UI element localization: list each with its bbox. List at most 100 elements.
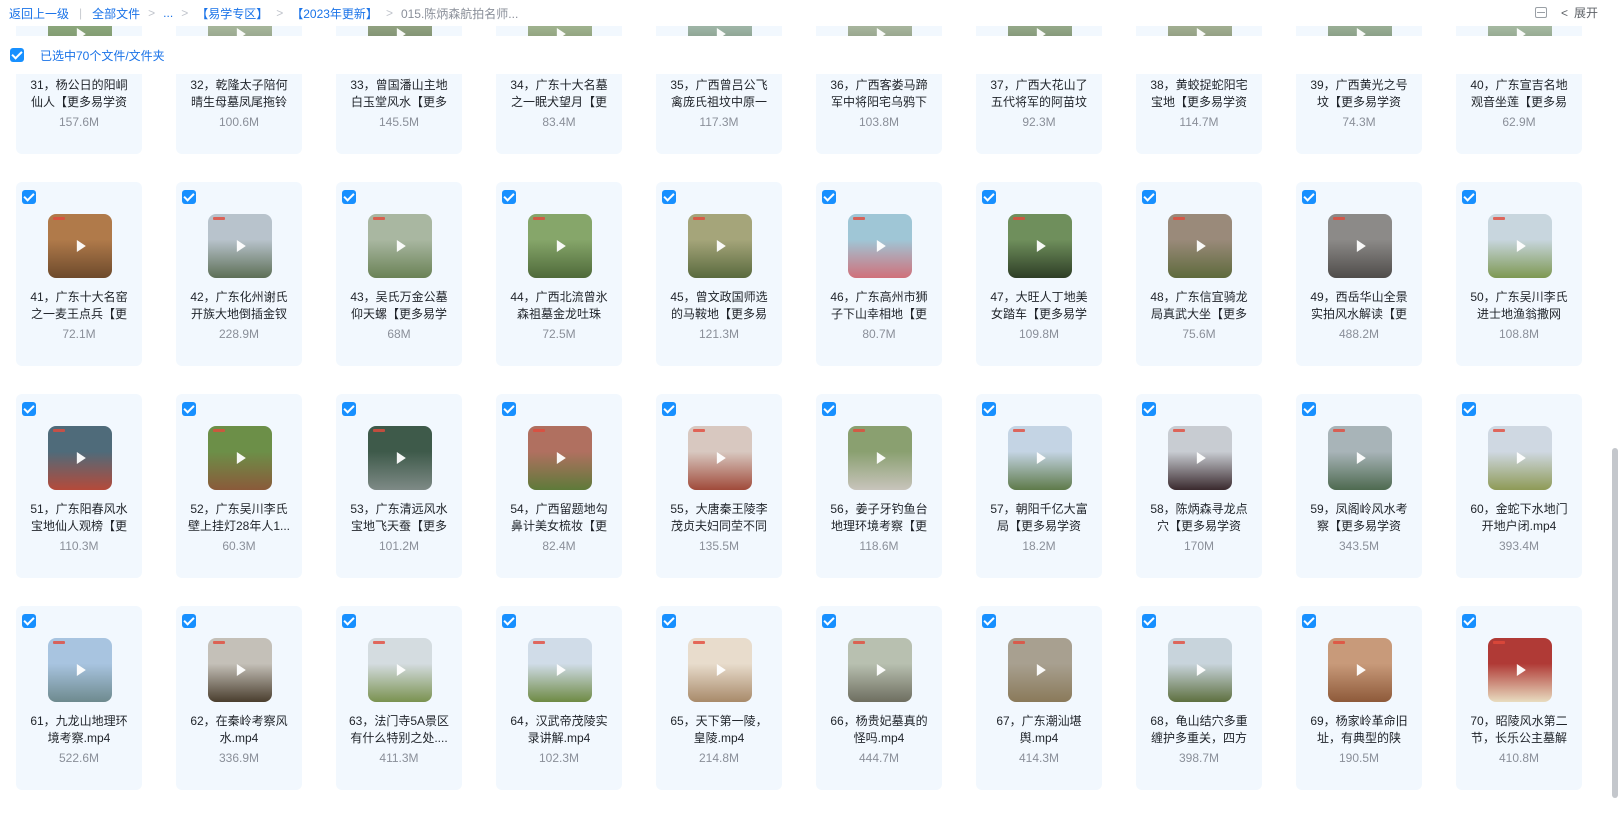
file-card[interactable]: 41，广东十大名窑之一麦王点兵【更 72.1M <box>16 182 142 366</box>
video-thumbnail[interactable] <box>368 638 432 702</box>
breadcrumb-all-files[interactable]: 全部文件 <box>92 5 140 22</box>
file-card[interactable]: 67，广东潮汕堪舆.mp4 414.3M <box>976 606 1102 790</box>
check-icon[interactable] <box>22 190 36 204</box>
check-icon[interactable] <box>182 402 196 416</box>
video-thumbnail[interactable] <box>688 638 752 702</box>
file-card[interactable]: 42，广东化州谢氏开族大地倒插金钗 228.9M <box>176 182 302 366</box>
video-thumbnail[interactable] <box>1488 426 1552 490</box>
breadcrumb-folder-2023[interactable]: 【2023年更新】 <box>291 5 378 22</box>
file-card[interactable]: 63，法门寺5A景区有什么特别之处.... 411.3M <box>336 606 462 790</box>
video-thumbnail[interactable] <box>208 638 272 702</box>
check-icon[interactable] <box>502 614 516 628</box>
file-card[interactable]: 43，吴氏万金公墓仰天螺【更多易学 68M <box>336 182 462 366</box>
video-thumbnail[interactable] <box>848 638 912 702</box>
file-card[interactable]: 68，龟山结穴多重缠护多重关，四方 398.7M <box>1136 606 1262 790</box>
file-card[interactable]: 51，广东阳春风水宝地仙人观榜【更 110.3M <box>16 394 142 578</box>
file-card[interactable]: 47，大旺人丁地美女踏车【更多易学 109.8M <box>976 182 1102 366</box>
expand-button[interactable]: < 展开 <box>1561 4 1598 21</box>
video-thumbnail[interactable] <box>208 214 272 278</box>
check-icon[interactable] <box>1142 614 1156 628</box>
video-thumbnail[interactable] <box>1328 426 1392 490</box>
check-icon[interactable] <box>1302 190 1316 204</box>
video-thumbnail[interactable] <box>688 426 752 490</box>
file-card[interactable]: 53，广东清远风水宝地飞天蚕【更多 101.2M <box>336 394 462 578</box>
list-view-icon[interactable] <box>1534 7 1547 18</box>
check-icon[interactable] <box>982 402 996 416</box>
file-card[interactable]: 45，曾文政国师选的马鞍地【更多易 121.3M <box>656 182 782 366</box>
file-card[interactable]: 46，广东高州市狮子下山幸相地【更 80.7M <box>816 182 942 366</box>
video-thumbnail[interactable] <box>1488 638 1552 702</box>
file-card[interactable]: 65，天下第一陵，皇陵.mp4 214.8M <box>656 606 782 790</box>
file-card[interactable]: 61，九龙山地理环境考察.mp4 522.6M <box>16 606 142 790</box>
back-link[interactable]: 返回上一级 <box>9 5 69 22</box>
video-thumbnail[interactable] <box>48 426 112 490</box>
check-icon[interactable] <box>182 614 196 628</box>
video-thumbnail[interactable] <box>528 638 592 702</box>
check-icon[interactable] <box>22 614 36 628</box>
check-icon[interactable] <box>22 402 36 416</box>
file-card[interactable]: 49，西岳华山全景实拍风水解读【更 488.2M <box>1296 182 1422 366</box>
check-icon[interactable] <box>1462 614 1476 628</box>
video-thumbnail[interactable] <box>1168 638 1232 702</box>
video-thumbnail[interactable] <box>1168 214 1232 278</box>
file-card[interactable]: 48，广东信宜骑龙局真武大坐【更多 75.6M <box>1136 182 1262 366</box>
check-icon[interactable] <box>342 190 356 204</box>
check-icon[interactable] <box>1302 614 1316 628</box>
check-icon[interactable] <box>1462 402 1476 416</box>
file-card[interactable]: 60，金蛇下水地门开地户闭.mp4 393.4M <box>1456 394 1582 578</box>
file-card[interactable]: 70，昭陵风水第二节，长乐公主墓解 410.8M <box>1456 606 1582 790</box>
video-thumbnail[interactable] <box>528 426 592 490</box>
video-thumbnail[interactable] <box>848 214 912 278</box>
video-thumbnail[interactable] <box>1488 214 1552 278</box>
check-icon[interactable] <box>662 402 676 416</box>
check-icon[interactable] <box>1142 402 1156 416</box>
video-thumbnail[interactable] <box>48 214 112 278</box>
file-card[interactable]: 69，杨家岭革命旧址，有典型的陕 190.5M <box>1296 606 1422 790</box>
video-thumbnail[interactable] <box>1008 638 1072 702</box>
check-icon[interactable] <box>502 190 516 204</box>
breadcrumb-folder-yixue[interactable]: 【易学专区】 <box>196 5 268 22</box>
check-icon[interactable] <box>982 614 996 628</box>
check-icon[interactable] <box>1462 190 1476 204</box>
file-card[interactable]: 66，杨贵妃墓真的怪吗.mp4 444.7M <box>816 606 942 790</box>
file-card[interactable]: 62，在秦岭考察风水.mp4 336.9M <box>176 606 302 790</box>
video-thumbnail[interactable] <box>208 426 272 490</box>
check-icon[interactable] <box>342 614 356 628</box>
video-thumbnail[interactable] <box>1168 426 1232 490</box>
file-card[interactable]: 52，广东吴川李氏壁上挂灯28年人1... 60.3M <box>176 394 302 578</box>
video-thumbnail[interactable] <box>1328 638 1392 702</box>
file-card[interactable]: 56，姜子牙钓鱼台地理环境考察【更 118.6M <box>816 394 942 578</box>
check-icon[interactable] <box>342 402 356 416</box>
select-all-checkbox[interactable] <box>10 48 24 62</box>
check-icon[interactable] <box>822 614 836 628</box>
check-icon[interactable] <box>662 190 676 204</box>
file-card[interactable]: 44，广西北流曾氷森祖墓金龙吐珠 72.5M <box>496 182 622 366</box>
video-thumbnail[interactable] <box>688 214 752 278</box>
file-card[interactable]: 64，汉武帝茂陵实录讲解.mp4 102.3M <box>496 606 622 790</box>
check-icon[interactable] <box>822 402 836 416</box>
breadcrumb-ellipsis[interactable]: ... <box>163 6 173 20</box>
check-icon[interactable] <box>182 190 196 204</box>
file-card[interactable]: 58，陈炳森寻龙点穴【更多易学资 170M <box>1136 394 1262 578</box>
file-card[interactable]: 55，大唐秦王陵李茂贞夫妇同茔不同 135.5M <box>656 394 782 578</box>
file-name: 42，广东化州谢氏开族大地倒插金钗 <box>190 290 288 321</box>
check-icon[interactable] <box>982 190 996 204</box>
video-thumbnail[interactable] <box>1328 214 1392 278</box>
check-icon[interactable] <box>662 614 676 628</box>
file-card[interactable]: 54，广西留题地勾鼻计美女梳妆【更 82.4M <box>496 394 622 578</box>
video-thumbnail[interactable] <box>368 426 432 490</box>
video-thumbnail[interactable] <box>48 638 112 702</box>
check-icon[interactable] <box>822 190 836 204</box>
scrollbar-thumb[interactable] <box>1612 448 1618 798</box>
video-thumbnail[interactable] <box>1008 214 1072 278</box>
file-card[interactable]: 59，凤阁岭风水考察【更多易学资 343.5M <box>1296 394 1422 578</box>
file-card[interactable]: 57，朝阳千亿大富局【更多易学资 18.2M <box>976 394 1102 578</box>
file-card[interactable]: 50，广东吴川李氏进士地渔翁撒网 108.8M <box>1456 182 1582 366</box>
video-thumbnail[interactable] <box>1008 426 1072 490</box>
video-thumbnail[interactable] <box>848 426 912 490</box>
video-thumbnail[interactable] <box>368 214 432 278</box>
check-icon[interactable] <box>1142 190 1156 204</box>
check-icon[interactable] <box>1302 402 1316 416</box>
video-thumbnail[interactable] <box>528 214 592 278</box>
check-icon[interactable] <box>502 402 516 416</box>
